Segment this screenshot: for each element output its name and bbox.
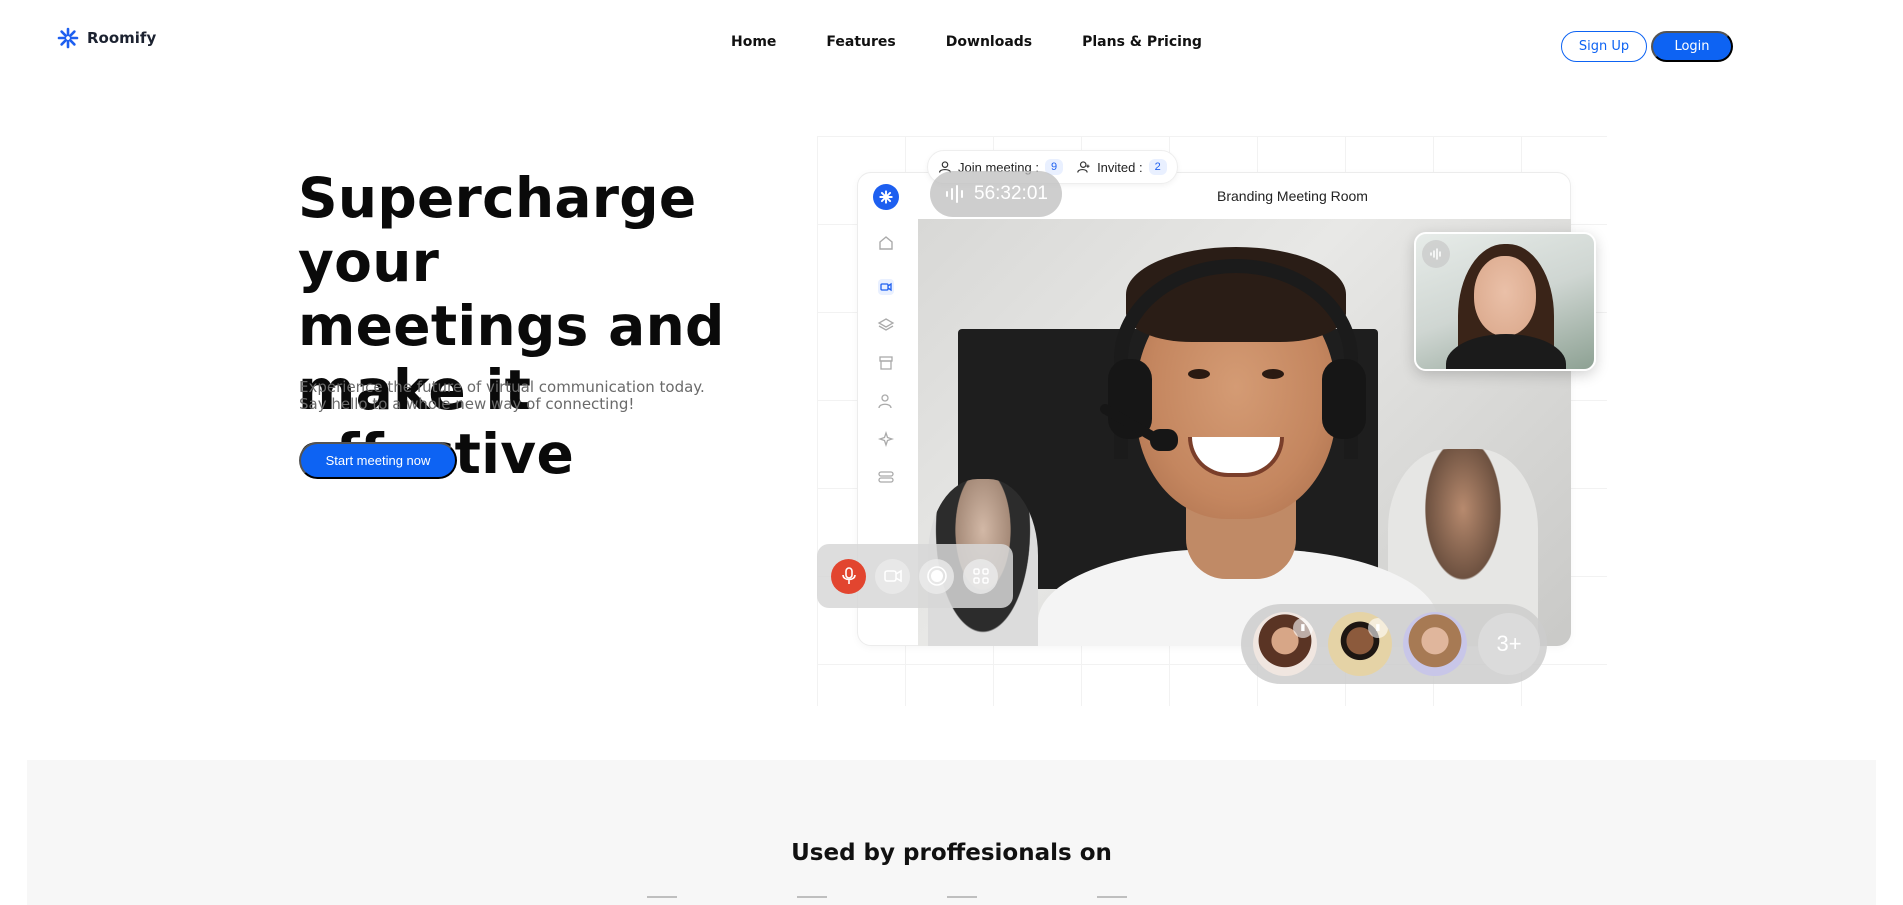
login-button[interactable]: Login [1651, 31, 1733, 62]
start-meeting-button[interactable]: Start meeting now [299, 442, 457, 479]
toggle-settings-icon[interactable] [877, 468, 895, 486]
nav-link-plans-pricing[interactable]: Plans & Pricing [1082, 34, 1202, 50]
video-camera-icon [883, 569, 902, 583]
brand-name: Roomify [87, 29, 157, 47]
archive-icon[interactable] [877, 354, 895, 372]
roomify-logo-icon [57, 27, 79, 49]
camera-button[interactable] [875, 558, 910, 594]
used-by-section: Used by proffesionals on [27, 760, 1876, 905]
nav-link-home[interactable]: Home [731, 34, 776, 50]
record-button[interactable] [919, 558, 954, 594]
meeting-app-mockup: Join meeting : 9 Invited : 2 Branding Me… [817, 136, 1607, 706]
main-nav-links: Home Features Downloads Plans & Pricing [731, 34, 1202, 50]
used-by-title: Used by proffesionals on [791, 840, 1112, 866]
headset-earcup [1322, 359, 1366, 439]
brand-logo[interactable]: Roomify [57, 27, 156, 49]
user-add-icon [1077, 161, 1090, 173]
call-timer-value: 56:32:01 [974, 183, 1048, 204]
participant-avatar[interactable] [1403, 612, 1467, 676]
more-participants-badge[interactable]: 3+ [1478, 613, 1540, 675]
meeting-room-title: Branding Meeting Room [1217, 188, 1368, 204]
microphone-button[interactable] [831, 558, 866, 594]
hero-subtitle-line: Experience the future of virtual communi… [299, 378, 705, 396]
participants-bar: ▮ ▮ 3+ [1241, 604, 1547, 684]
layers-icon[interactable] [877, 316, 895, 334]
audio-wave-icon [946, 185, 964, 203]
hero-title: Supercharge your meetings and make it ef… [298, 166, 818, 486]
sparkle-icon[interactable] [877, 430, 895, 448]
partner-logo-icon [947, 896, 977, 905]
app-logo-icon [873, 184, 899, 210]
call-timer: 56:32:01 [930, 171, 1062, 217]
participant-face [1474, 256, 1536, 336]
audio-wave-icon: ▮ [1368, 618, 1388, 638]
hero-subtitle-line: Say hello to a whole new way of connecti… [299, 395, 635, 413]
nav-link-features[interactable]: Features [826, 34, 895, 50]
hero-subtitle: Experience the future of virtual communi… [299, 379, 705, 413]
call-controls [817, 544, 1013, 608]
participant-avatar[interactable]: ▮ [1328, 612, 1392, 676]
apps-button[interactable] [963, 558, 998, 594]
nav-link-downloads[interactable]: Downloads [946, 34, 1032, 50]
microphone-icon [841, 567, 856, 584]
audio-wave-icon: ▮ [1293, 618, 1313, 638]
top-nav: Roomify Home Features Downloads Plans & … [0, 0, 1903, 80]
sign-up-button[interactable]: Sign Up [1561, 31, 1647, 62]
invited-label: Invited : [1097, 159, 1143, 175]
partner-logo-icon [797, 896, 827, 905]
grid-icon [972, 568, 989, 584]
hero-title-line: Supercharge your [298, 166, 697, 294]
participant-video-thumbnail[interactable] [1414, 232, 1596, 371]
headset-mic [1150, 429, 1178, 451]
home-icon[interactable] [877, 234, 895, 252]
video-camera-icon[interactable] [877, 278, 895, 296]
participant-avatar[interactable]: ▮ [1253, 612, 1317, 676]
audio-wave-icon [1422, 240, 1450, 268]
partner-logo-icon [1097, 896, 1127, 905]
partner-logos-strip [647, 896, 1167, 905]
invited-count: 2 [1148, 159, 1167, 175]
partner-logo-icon [647, 896, 677, 905]
hero-title-line: meetings and [298, 294, 725, 358]
record-icon [926, 566, 947, 586]
users-icon[interactable] [877, 392, 895, 410]
